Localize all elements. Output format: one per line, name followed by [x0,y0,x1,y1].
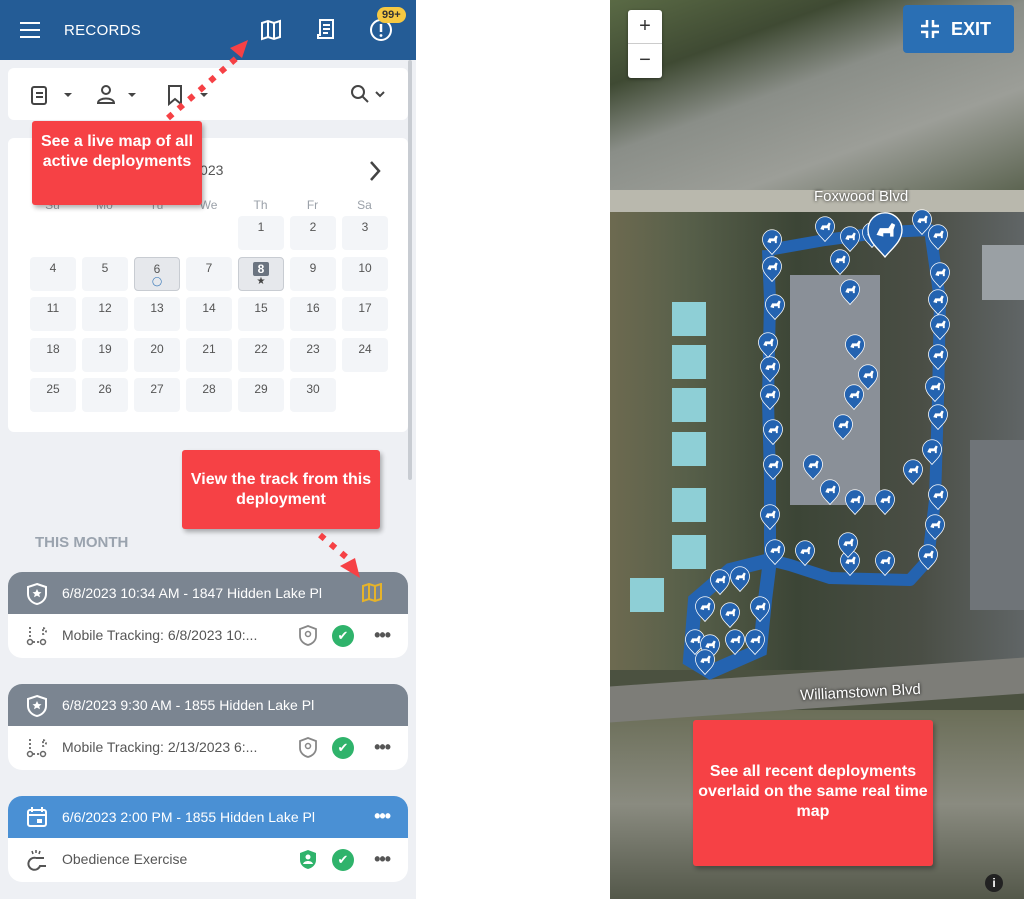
calendar-icon [27,807,47,827]
dog-location-pin[interactable] [720,602,740,629]
more-button[interactable]: ••• [374,737,391,758]
record-detail[interactable]: Mobile Tracking: 2/13/2023 6:... ✔ ••• [8,726,408,770]
records-panel: RECORDS 99+ June 2023 123456◯78★91011121… [0,0,416,899]
more-button[interactable]: ••• [374,806,391,827]
dog-location-pin[interactable] [845,334,865,361]
record-title: 6/6/2023 2:00 PM - 1855 Hidden Lake Pl [62,809,315,825]
completed-check-icon: ✔ [332,625,354,647]
zoom-control: + − [628,10,662,78]
dog-location-pin[interactable] [730,566,750,593]
shield-star-icon [27,694,47,718]
info-button[interactable]: i [985,874,1003,892]
zoom-out-button[interactable]: − [628,44,662,78]
dog-location-pin[interactable] [875,550,895,577]
completed-check-icon: ✔ [332,849,354,871]
record-detail[interactable]: Obedience Exercise ✔ ••• [8,838,408,882]
zoom-in-button[interactable]: + [628,10,662,44]
callout-arrows [166,40,360,578]
record-detail-text: Mobile Tracking: 2/13/2023 6:... [62,739,258,755]
dog-location-pin[interactable] [875,489,895,516]
route-icon [26,739,47,758]
dog-location-pin[interactable] [858,364,878,391]
record-detail[interactable]: Mobile Tracking: 6/8/2023 10:... ✔ ••• [8,614,408,658]
dog-location-pin[interactable] [833,414,853,441]
record-header[interactable]: 6/6/2023 2:00 PM - 1855 Hidden Lake Pl •… [8,796,408,838]
dog-location-pin[interactable] [830,249,850,276]
training-icon [27,850,46,871]
live-map[interactable]: Foxwood Blvd Williamstown Blvd + − EXIT … [610,0,1024,899]
dog-location-pin[interactable] [840,279,860,306]
record-card[interactable]: 6/8/2023 9:30 AM - 1855 Hidden Lake Pl M… [8,684,408,770]
record-card[interactable]: 6/6/2023 2:00 PM - 1855 Hidden Lake Pl •… [8,796,408,882]
dog-location-pin[interactable] [803,454,823,481]
dog-location-pin[interactable] [840,226,860,253]
dog-location-pin[interactable] [820,479,840,506]
record-detail-text: Mobile Tracking: 6/8/2023 10:... [62,627,258,643]
handler-shield-icon [299,737,317,758]
route-icon [26,627,47,646]
handler-shield-icon [300,850,316,869]
dog-location-pin[interactable] [844,384,864,411]
exit-button[interactable]: EXIT [903,5,1014,53]
dog-location-pin[interactable] [867,212,903,259]
record-header[interactable]: 6/8/2023 9:30 AM - 1855 Hidden Lake Pl [8,684,408,726]
record-title: 6/8/2023 9:30 AM - 1855 Hidden Lake Pl [62,697,315,713]
callout-overlay: See all recent deployments overlaid on t… [693,720,933,866]
more-button[interactable]: ••• [374,849,391,870]
exit-label: EXIT [951,19,992,39]
completed-check-icon: ✔ [332,737,354,759]
dog-location-pin[interactable] [845,489,865,516]
more-button[interactable]: ••• [374,625,391,646]
handler-shield-icon [299,625,317,646]
record-detail-text: Obedience Exercise [62,851,188,867]
collapse-icon [921,20,939,38]
dog-location-pin[interactable] [760,504,780,531]
dog-location-pin[interactable] [903,459,923,486]
